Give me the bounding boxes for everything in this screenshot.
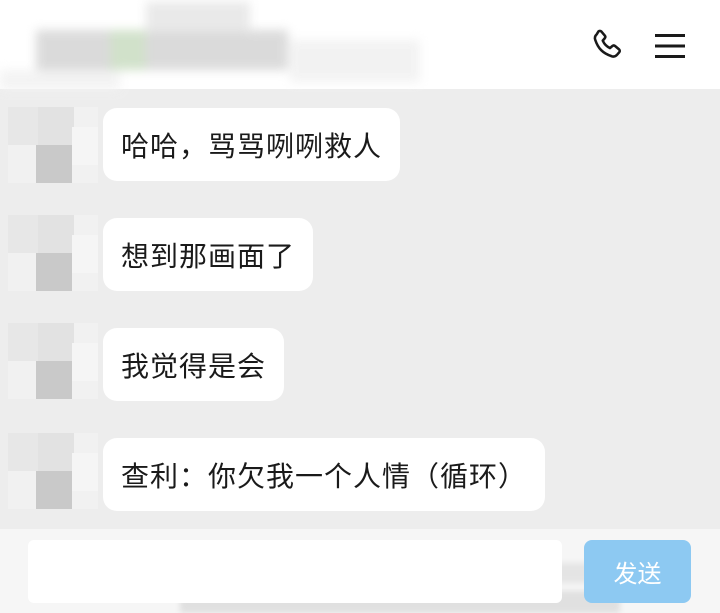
message-bubble[interactable]: 想到那画面了: [103, 218, 314, 291]
message-list[interactable]: 哈哈，骂骂咧咧救人 想到那画面了 我觉得是会 查利：你欠我一个人情（循环）: [0, 89, 720, 529]
phone-call-button[interactable]: [585, 24, 629, 68]
avatar[interactable]: [8, 215, 98, 291]
avatar[interactable]: [8, 433, 98, 509]
more-menu-button[interactable]: [648, 24, 692, 68]
chat-header: [0, 0, 720, 90]
composer-bar: 发送: [0, 529, 720, 613]
avatar[interactable]: [8, 107, 98, 183]
phone-icon: [593, 29, 622, 58]
avatar[interactable]: [8, 323, 98, 399]
menu-icon: [655, 34, 685, 58]
send-button[interactable]: 发送: [584, 540, 691, 603]
message-bubble[interactable]: 我觉得是会: [103, 328, 285, 401]
message-input[interactable]: [28, 540, 562, 603]
message-bubble[interactable]: 查利：你欠我一个人情（循环）: [103, 438, 546, 511]
contact-name-redacted: [0, 0, 430, 95]
message-bubble[interactable]: 哈哈，骂骂咧咧救人: [103, 108, 401, 181]
